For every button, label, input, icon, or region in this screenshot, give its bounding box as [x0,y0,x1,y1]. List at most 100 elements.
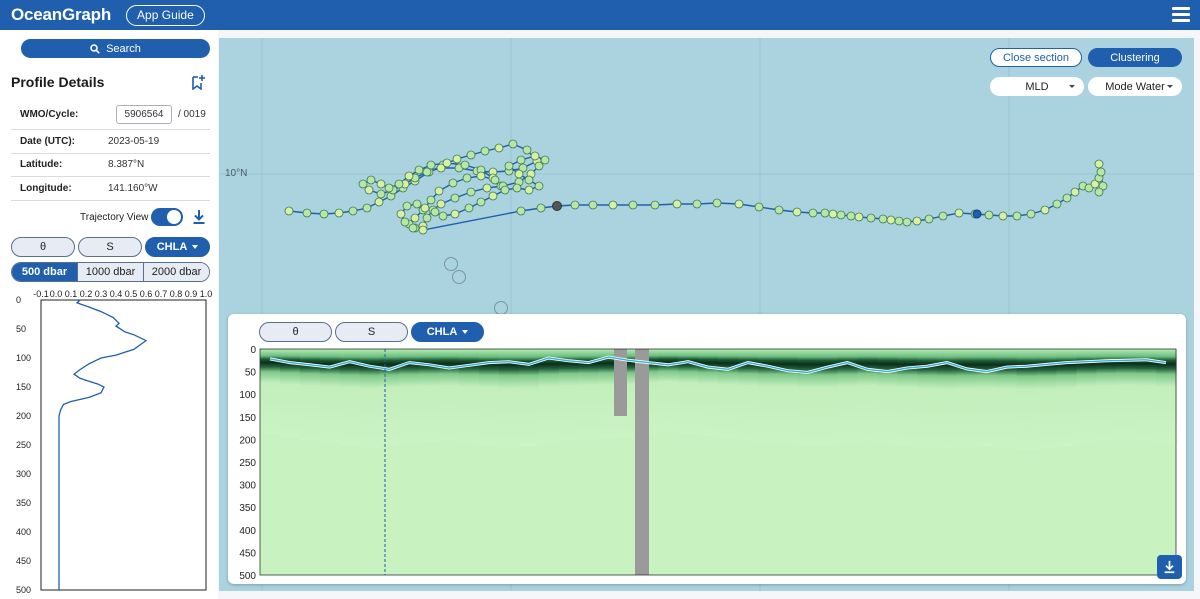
section-y-tick-label: 50 [245,368,257,379]
clustering-button[interactable]: Clustering [1088,48,1182,67]
float-position-marker [450,209,460,219]
float-position-marker [302,208,312,218]
mld-select-value: MLD [1025,80,1049,93]
variable-chla-dropdown[interactable]: CHLA [145,237,210,257]
float-position-marker [628,200,638,210]
float-position-marker [886,215,896,225]
date-label: Date (UTC): [20,135,75,147]
chla-column [976,349,998,447]
float-position-marker [348,206,358,216]
search-button[interactable]: Search [21,39,210,58]
float-position-marker [894,216,904,226]
float-position-marker [494,143,504,153]
float-position-marker [466,150,476,160]
mode-water-select[interactable]: Mode Water [1088,77,1182,96]
profile-variable-selector: θ S CHLA [11,237,210,257]
float-position-marker [504,161,514,171]
float-position-marker [672,199,682,209]
brand-logo[interactable]: OceanGraph [11,5,111,25]
download-icon[interactable] [192,209,206,225]
float-position-marker [460,160,470,170]
float-position-marker [488,191,498,201]
depth-2000-button[interactable]: 2000 dbar [144,263,209,281]
bookmark-add-icon[interactable] [191,74,205,90]
chla-column [698,349,719,436]
float-position-marker [1070,187,1080,197]
chla-section-heatmap: 0 50 100 150 200 250 300 350 400 450 500 [239,345,1177,582]
float-position-marker [376,189,386,199]
app-guide-button[interactable]: App Guide [126,4,205,26]
chevron-down-icon [1167,85,1173,88]
section-y-tick-label: 100 [239,390,256,401]
float-position-marker [522,145,532,155]
close-section-button[interactable]: Close section [990,48,1082,67]
float-position-marker [426,195,436,205]
depth-500-button[interactable]: 500 dbar [12,263,78,281]
x-tick-label: 0.7 [155,290,168,299]
trajectory-view-toggle[interactable] [151,208,183,226]
float-position-marker [998,211,1008,221]
y-tick-label: 100 [16,353,31,363]
latitude-label: Latitude: [20,159,63,171]
float-position-marker [404,171,414,181]
section-download-button[interactable] [1157,555,1182,579]
section-salinity-button[interactable]: S [335,322,408,342]
float-position-marker [462,173,472,183]
chla-column [1096,349,1117,441]
float-position-marker [396,209,406,219]
float-position-marker [374,197,384,207]
profile-info-table: WMO/Cycle: 5906564 / 0019 Date (UTC): 20… [11,100,210,201]
hamburger-menu-icon[interactable] [1172,7,1190,22]
selected-profile-marker [552,201,562,211]
search-icon [90,43,100,54]
float-position-marker [394,179,404,189]
float-position-marker [410,213,420,223]
float-position-marker [588,200,598,210]
float-position-marker [422,213,432,223]
data-gap [635,349,649,575]
date-value: 2023-05-19 [108,135,160,147]
float-position-marker [1094,159,1104,169]
variable-theta-button[interactable]: θ [11,237,75,257]
longitude-row: Longitude: 141.160°W [11,177,210,201]
float-position-marker [828,209,838,219]
x-tick-label: 1.0 [200,290,213,299]
section-y-tick-label: 0 [250,345,256,356]
float-position-marker [514,169,524,179]
float-position-marker [984,210,994,220]
latitude-value: 8.387°N [108,159,145,171]
float-position-marker [442,158,452,168]
float-position-marker [500,185,510,195]
section-variable-selector: θ S CHLA [259,322,484,342]
float-position-marker [540,155,550,165]
x-tick-label: -0.1 [33,290,49,299]
section-chla-dropdown[interactable]: CHLA [411,322,484,342]
float-position-marker [490,175,500,185]
wmo-input[interactable]: 5906564 [116,105,172,124]
float-position-marker [400,217,410,227]
float-position-marker [450,193,460,203]
y-tick-label: 200 [16,411,31,421]
longitude-label: Longitude: [20,182,72,194]
chevron-down-icon [192,245,199,249]
float-position-marker [912,216,922,226]
download-icon [1164,560,1175,574]
chla-column [379,349,400,446]
section-theta-button[interactable]: θ [259,322,332,342]
mode-water-select-value: Mode Water [1105,80,1165,93]
mld-select[interactable]: MLD [990,77,1084,96]
float-position-marker [384,183,394,193]
float-position-marker [1040,205,1050,215]
float-position-marker [364,185,374,195]
float-position-marker [1052,199,1062,209]
chla-column [1136,349,1157,441]
chla-column [1116,349,1137,440]
float-position-marker [412,199,422,209]
variable-salinity-button[interactable]: S [78,237,142,257]
x-tick-label: 0.9 [185,290,198,299]
section-y-tick-label: 200 [239,435,256,446]
longitude-value: 141.160°W [108,182,158,194]
search-label: Search [106,42,141,55]
depth-1000-button[interactable]: 1000 dbar [78,263,144,281]
chla-label: CHLA [156,241,188,253]
